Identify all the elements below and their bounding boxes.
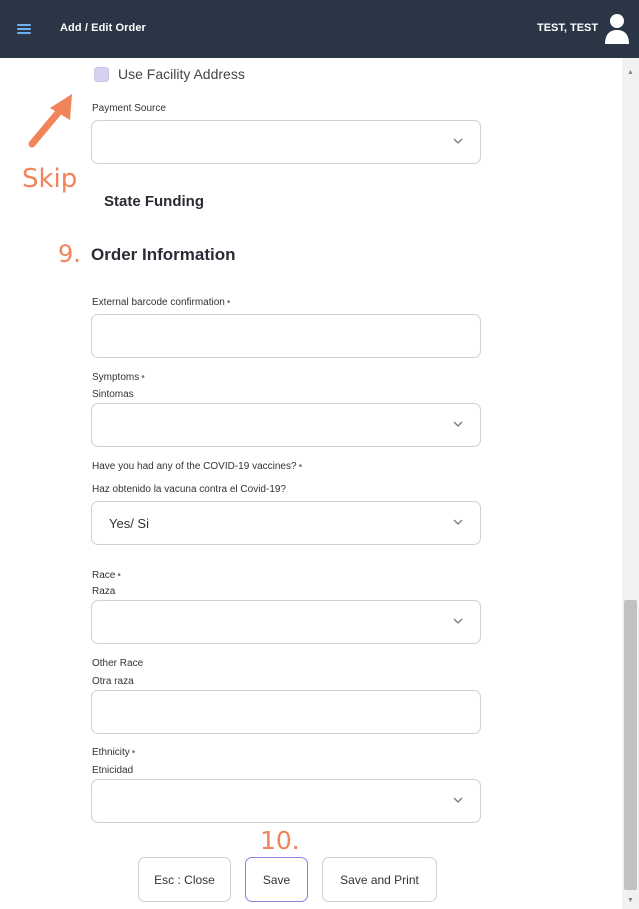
required-marker: • <box>117 570 121 581</box>
required-marker: • <box>131 747 136 758</box>
vaccine-select[interactable]: Yes/ Si <box>91 501 481 545</box>
save-and-print-button[interactable]: Save and Print <box>322 857 437 902</box>
barcode-label: External barcode confirmation • <box>92 297 230 308</box>
skip-annotation: Skip <box>22 164 78 194</box>
payment-source-select[interactable] <box>91 120 481 164</box>
chevron-down-icon <box>453 797 463 803</box>
order-information-heading: Order Information <box>91 245 236 264</box>
close-button[interactable]: Esc : Close <box>138 857 231 902</box>
page-title: Add / Edit Order <box>60 22 146 34</box>
step-9-annotation: 9. <box>58 240 81 268</box>
vaccine-sublabel: Haz obtenido la vacuna contra el Covid-1… <box>92 484 287 495</box>
barcode-label-text: External barcode confirmation <box>92 297 225 308</box>
ethnicity-label: Ethnicity • <box>92 747 135 758</box>
chevron-down-icon <box>453 519 463 525</box>
barcode-input[interactable] <box>91 314 481 358</box>
required-marker: • <box>298 461 303 472</box>
race-label: Race • <box>92 570 121 581</box>
chevron-down-icon <box>453 421 463 427</box>
user-avatar-icon[interactable] <box>604 13 630 45</box>
payment-source-label: Payment Source <box>92 103 166 114</box>
state-funding-heading: State Funding <box>104 193 204 210</box>
step-10-annotation: 10. <box>260 826 300 855</box>
symptoms-sublabel: Sintomas <box>92 389 134 400</box>
race-label-text: Race <box>92 570 116 581</box>
ethnicity-sublabel: Etnicidad <box>92 765 134 776</box>
symptoms-label-text: Symptoms <box>92 372 140 383</box>
other-race-input[interactable] <box>91 690 481 734</box>
ethnicity-select[interactable] <box>91 779 481 823</box>
hamburger-menu-icon[interactable] <box>14 19 36 39</box>
other-race-sublabel: Otra raza <box>92 676 134 687</box>
required-marker: • <box>141 372 145 383</box>
user-name[interactable]: TEST, TEST <box>537 22 598 34</box>
symptoms-label: Symptoms • <box>92 372 145 383</box>
race-select[interactable] <box>91 600 481 644</box>
race-sublabel: Raza <box>92 586 116 597</box>
vaccine-value: Yes/ Si <box>109 516 149 531</box>
scrollbar-thumb[interactable] <box>624 600 637 890</box>
use-facility-address-checkbox[interactable] <box>94 67 109 82</box>
scroll-down-arrow-icon[interactable]: ▼ <box>622 892 639 909</box>
annotation-arrow-icon <box>28 94 72 148</box>
other-race-label: Other Race <box>92 658 144 669</box>
symptoms-select[interactable] <box>91 403 481 447</box>
use-facility-address-label: Use Facility Address <box>118 66 245 82</box>
chevron-down-icon <box>453 618 463 624</box>
scroll-up-arrow-icon[interactable]: ▲ <box>622 64 639 81</box>
chevron-down-icon <box>453 138 463 144</box>
vaccine-label-text: Have you had any of the COVID-19 vaccine… <box>92 461 297 472</box>
vaccine-label: Have you had any of the COVID-19 vaccine… <box>92 461 302 472</box>
top-bar: Add / Edit Order TEST, TEST <box>0 0 639 58</box>
ethnicity-label-text: Ethnicity <box>92 747 130 758</box>
scrollbar[interactable]: ▲ ▼ <box>622 58 639 909</box>
save-button[interactable]: Save <box>245 857 308 902</box>
required-marker: • <box>226 297 231 308</box>
